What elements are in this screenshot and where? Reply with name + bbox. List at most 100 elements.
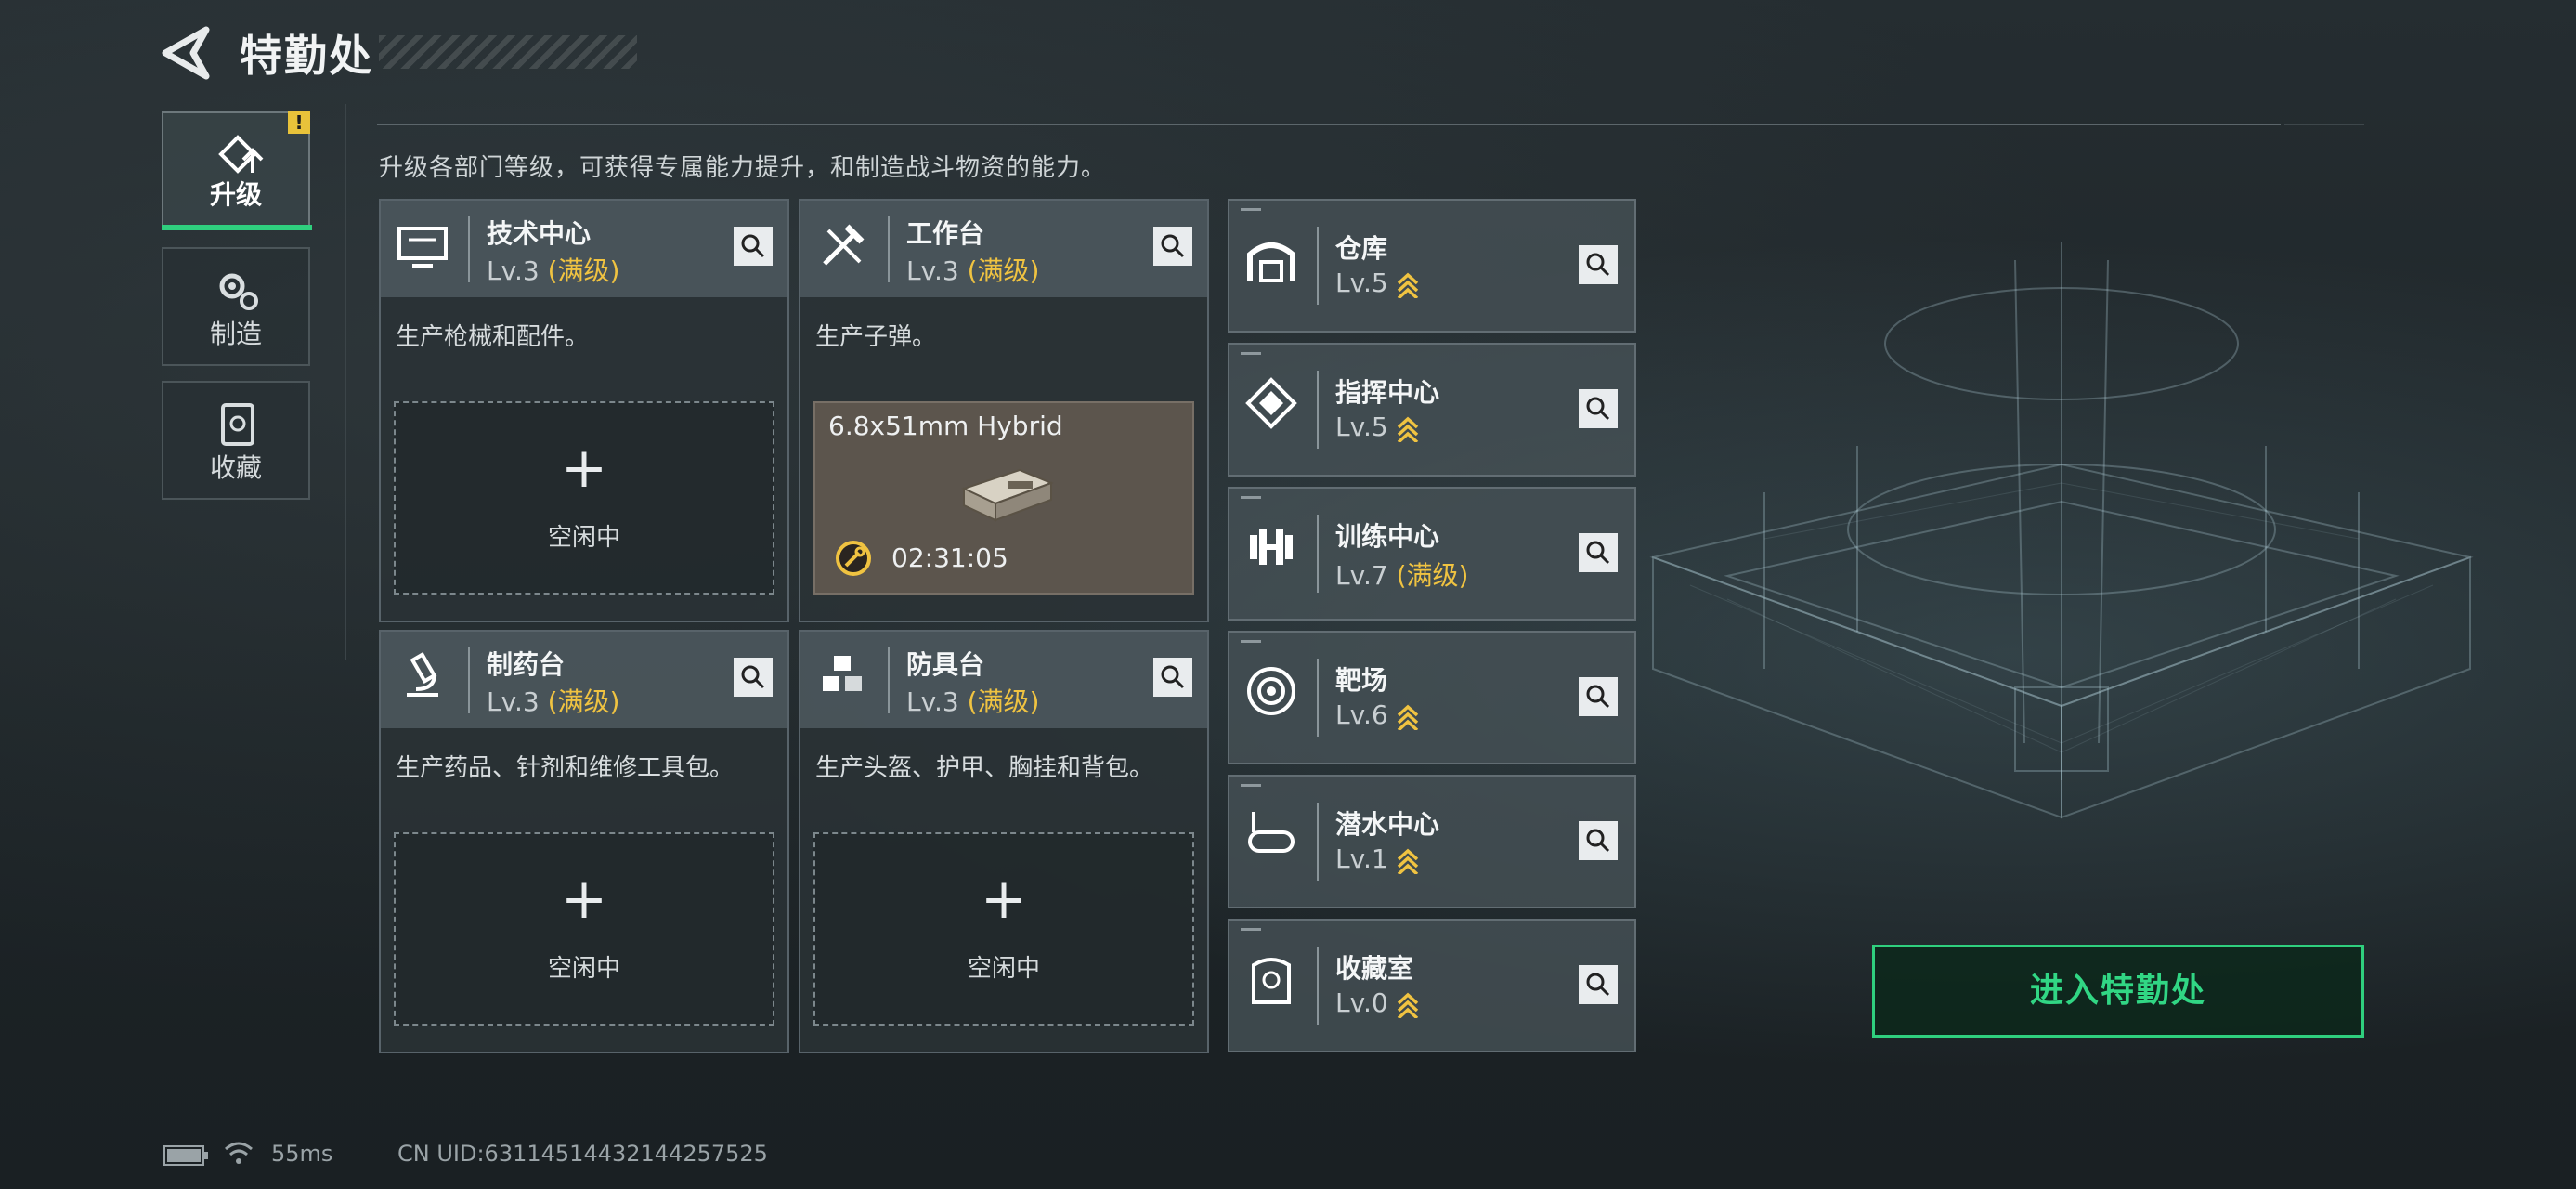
collection-icon — [221, 403, 254, 446]
add-icon: + — [980, 867, 1028, 932]
alert-badge: ! — [288, 111, 310, 134]
department-description: 生产头盔、护甲、胸挂和背包。 — [815, 754, 1154, 782]
search-icon[interactable] — [1579, 533, 1618, 572]
wifi-icon — [225, 1142, 253, 1164]
card-header: 防具台 Lv.3 (满级) — [800, 632, 1207, 728]
department-level: Lv.3 (满级) — [906, 255, 1040, 286]
command-chip-icon — [1245, 377, 1297, 429]
battery-icon — [163, 1145, 208, 1166]
separator — [468, 647, 470, 713]
microscope-icon — [407, 652, 438, 697]
facility-card-warehouse[interactable]: 仓库 Lv.5 — [1228, 199, 1636, 333]
card-header: 制药台 Lv.3 (满级) — [381, 632, 787, 728]
active-tab-indicator — [162, 225, 312, 230]
department-description: 生产药品、针剂和维修工具包。 — [396, 754, 735, 782]
active-production-slot[interactable]: 6.8x51mm Hybrid 02:31:05 — [813, 401, 1194, 594]
facility-level: Lv.6 — [1335, 699, 1420, 730]
facility-name: 收藏室 — [1335, 953, 1414, 984]
search-icon[interactable] — [1579, 245, 1618, 284]
divider — [2284, 124, 2364, 125]
ping-readout: 55ms — [271, 1141, 333, 1167]
monitor-icon — [397, 227, 448, 268]
upgrade-chevron-icon — [1397, 416, 1418, 442]
nav-tab-collection[interactable]: 收藏 — [162, 381, 310, 500]
department-card-armory[interactable]: 防具台 Lv.3 (满级) 生产头盔、护甲、胸挂和背包。 + 空闲中 — [799, 630, 1209, 1053]
corner-decoration — [1241, 352, 1261, 355]
separator — [888, 647, 890, 713]
separator — [468, 216, 470, 282]
armor-blocks-icon — [823, 656, 862, 691]
separator — [888, 216, 890, 282]
intro-text: 升级各部门等级，可获得专属能力提升，和制造战斗物资的能力。 — [379, 154, 1107, 182]
back-arrow-icon[interactable] — [160, 26, 212, 80]
upgrade-chevron-icon — [1397, 848, 1418, 874]
production-timer: 02:31:05 — [891, 542, 1008, 573]
department-card-workbench[interactable]: 工作台 Lv.3 (满级) 生产子弹。 6.8x51mm Hybrid 02:3… — [799, 199, 1209, 622]
diving-mask-icon — [1248, 812, 1295, 853]
enter-special-ops-button[interactable]: 进入特勤处 — [1872, 945, 2364, 1038]
department-description: 生产子弹。 — [815, 323, 937, 351]
upgrade-chevron-icon — [1397, 704, 1418, 730]
nav-tab-label: 制造 — [209, 319, 262, 349]
warehouse-icon — [1247, 242, 1295, 282]
empty-production-slot[interactable]: + 空闲中 — [813, 832, 1194, 1026]
facility-card-training-center[interactable]: 训练中心 Lv.7 (满级) — [1228, 487, 1636, 621]
facility-name: 训练中心 — [1335, 521, 1440, 552]
facility-card-collection-room[interactable]: 收藏室 Lv.0 — [1228, 919, 1636, 1052]
corner-decoration — [1241, 784, 1261, 787]
separator — [1317, 515, 1319, 593]
facility-name: 潜水中心 — [1335, 809, 1440, 840]
title-decoration — [379, 35, 637, 69]
base-wireframe-illustration — [1649, 242, 2474, 819]
tools-icon — [823, 224, 865, 266]
facility-level: Lv.5 — [1335, 268, 1420, 298]
target-icon — [1247, 667, 1295, 715]
upgrade-chevron-icon — [1397, 992, 1418, 1018]
department-name: 制药台 — [487, 649, 566, 680]
trophy-case-icon — [1252, 958, 1291, 1004]
add-icon: + — [560, 867, 608, 932]
card-header: 工作台 Lv.3 (满级) — [800, 201, 1207, 297]
search-icon[interactable] — [1579, 965, 1618, 1004]
facility-name: 靶场 — [1335, 665, 1388, 696]
production-item-name: 6.8x51mm Hybrid — [828, 411, 1063, 441]
search-icon[interactable] — [1153, 658, 1192, 697]
empty-production-slot[interactable]: + 空闲中 — [394, 832, 774, 1026]
nav-divider — [345, 104, 346, 660]
search-icon[interactable] — [1579, 389, 1618, 428]
separator — [1317, 371, 1319, 449]
nav-tab-label: 收藏 — [209, 452, 262, 483]
department-card-pharmacy[interactable]: 制药台 Lv.3 (满级) 生产药品、针剂和维修工具包。 + 空闲中 — [379, 630, 789, 1053]
department-name: 工作台 — [906, 218, 985, 249]
upgrade-chevron-icon — [1397, 272, 1418, 298]
idle-label: 空闲中 — [547, 955, 620, 983]
department-description: 生产枪械和配件。 — [396, 323, 590, 351]
page-title: 特勤处 — [240, 31, 373, 81]
wrench-timer-icon — [836, 541, 871, 576]
separator — [1317, 947, 1319, 1025]
search-icon[interactable] — [734, 658, 773, 697]
facility-level: Lv.5 — [1335, 412, 1420, 442]
facility-level: Lv.7 (满级) — [1335, 560, 1469, 591]
facility-level: Lv.1 — [1335, 843, 1420, 874]
empty-production-slot[interactable]: + 空闲中 — [394, 401, 774, 594]
gears-icon — [219, 273, 258, 310]
department-level: Lv.3 (满级) — [906, 686, 1040, 717]
card-header: 技术中心 Lv.3 (满级) — [381, 201, 787, 297]
nav-tab-craft[interactable]: 制造 — [162, 247, 310, 366]
facility-card-shooting-range[interactable]: 靶场 Lv.6 — [1228, 631, 1636, 764]
department-card-tech-center[interactable]: 技术中心 Lv.3 (满级) 生产枪械和配件。 + 空闲中 — [379, 199, 789, 622]
search-icon[interactable] — [734, 227, 773, 266]
upgrade-icon — [218, 135, 264, 174]
divider — [377, 124, 2281, 125]
facility-card-command-center[interactable]: 指挥中心 Lv.5 — [1228, 343, 1636, 477]
separator — [1317, 803, 1319, 881]
search-icon[interactable] — [1579, 821, 1618, 860]
search-icon[interactable] — [1153, 227, 1192, 266]
corner-decoration — [1241, 640, 1261, 643]
idle-label: 空闲中 — [547, 524, 620, 552]
facility-card-diving-center[interactable]: 潜水中心 Lv.1 — [1228, 775, 1636, 908]
department-level: Lv.3 (满级) — [487, 686, 620, 717]
nav-tab-label: 升级 — [209, 179, 262, 210]
search-icon[interactable] — [1579, 677, 1618, 716]
